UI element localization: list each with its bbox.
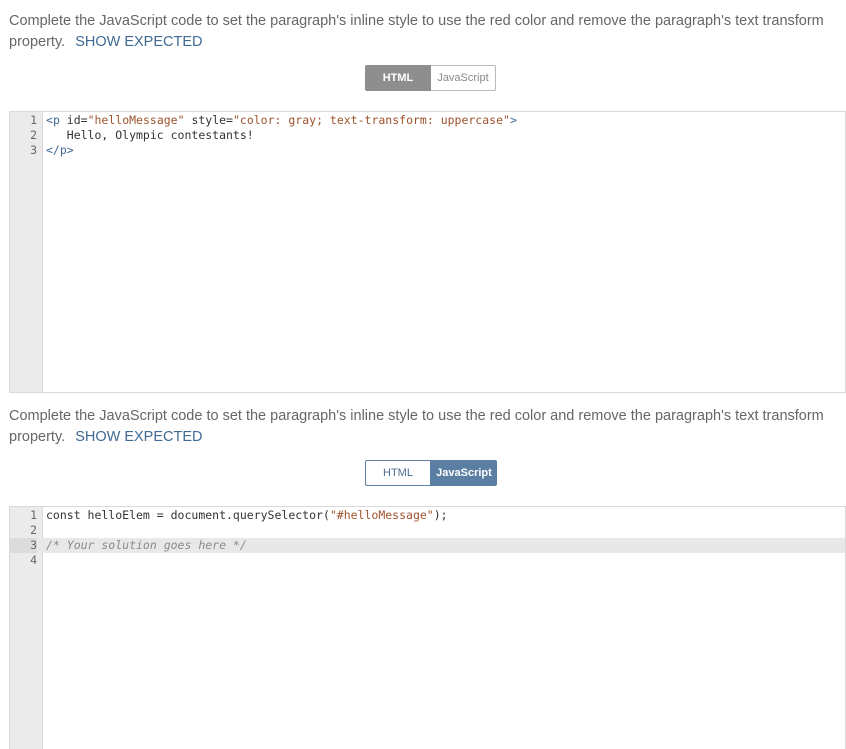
html-tab-1[interactable]: HTML — [365, 65, 431, 91]
show-expected-link-2[interactable]: SHOW EXPECTED — [75, 429, 202, 445]
code-token: p — [52, 113, 60, 127]
code-token: p — [59, 143, 67, 157]
code-text[interactable]: </p> — [46, 143, 74, 158]
code-token: > — [509, 113, 517, 127]
language-toggle-1: HTML JavaScript — [365, 65, 496, 91]
code-text[interactable]: const helloElem = document.querySelector… — [46, 508, 448, 523]
code-line[interactable]: 1 const helloElem = document.querySelecto… — [10, 508, 845, 523]
code-token: const helloElem = document.querySelector… — [46, 508, 330, 522]
code-text[interactable]: <p id="helloMessage" style="color: gray;… — [46, 113, 517, 128]
show-expected-link-1[interactable]: SHOW EXPECTED — [75, 34, 202, 50]
code-token: /* Your solution goes here */ — [46, 538, 247, 552]
code-lines[interactable]: 1 <p id="helloMessage" style="color: gray… — [10, 112, 845, 158]
line-number: 2 — [30, 523, 37, 537]
line-number: 3 — [10, 538, 37, 553]
code-token: Hello, Olympic contestants! — [46, 128, 254, 142]
line-number: 3 — [30, 143, 37, 157]
code-line[interactable]: 1 <p id="helloMessage" style="color: gray… — [10, 113, 845, 128]
code-token: style= — [184, 113, 233, 127]
code-line[interactable]: 3 </p> — [10, 143, 845, 158]
code-token: ); — [433, 508, 448, 522]
code-line[interactable]: 4 — [10, 553, 845, 568]
line-number: 2 — [30, 128, 37, 142]
html-code-editor[interactable]: 1 <p id="helloMessage" style="color: gray… — [9, 111, 846, 393]
code-text[interactable]: Hello, Olympic contestants! — [46, 128, 254, 143]
code-token: < — [46, 113, 53, 127]
line-number: 4 — [30, 553, 37, 567]
code-token: id= — [59, 113, 88, 127]
javascript-code-editor[interactable]: 1 const helloElem = document.querySelecto… — [9, 506, 846, 749]
instructions-2: Complete the JavaScript code to set the … — [9, 406, 839, 448]
code-token: > — [66, 143, 74, 157]
code-token: </ — [46, 143, 60, 157]
code-token: "helloMessage" — [87, 113, 185, 127]
code-line[interactable]: 2 — [10, 523, 845, 538]
code-token: "color: gray; text-transform: uppercase" — [232, 113, 510, 127]
line-number: 1 — [30, 508, 37, 522]
line-number: 1 — [30, 113, 37, 127]
language-toggle-2: HTML JavaScript — [365, 460, 497, 486]
instructions-1: Complete the JavaScript code to set the … — [9, 11, 839, 53]
javascript-tab-2[interactable]: JavaScript — [431, 460, 497, 486]
code-lines[interactable]: 1 const helloElem = document.querySelecto… — [10, 507, 845, 568]
html-tab-2[interactable]: HTML — [365, 460, 431, 486]
code-line[interactable]: 2 Hello, Olympic contestants! — [10, 128, 845, 143]
code-token: "#helloMessage" — [329, 508, 434, 522]
code-line[interactable]: 3 /* Your solution goes here */ — [10, 538, 845, 553]
code-text[interactable]: /* Your solution goes here */ — [46, 538, 247, 553]
javascript-tab-1[interactable]: JavaScript — [431, 65, 496, 91]
